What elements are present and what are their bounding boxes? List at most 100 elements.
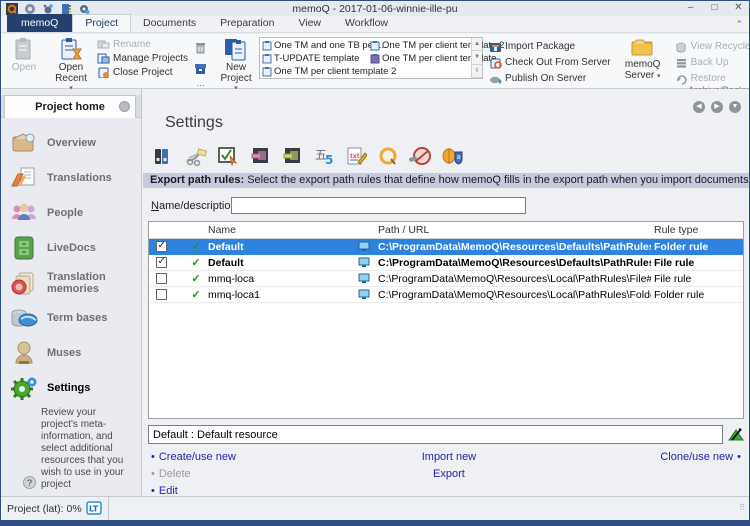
name-description-input[interactable] — [231, 197, 526, 214]
sidebar-item-translation-memories[interactable]: Translation memories — [1, 265, 141, 300]
row-checkbox[interactable] — [156, 289, 167, 300]
group-label-misc: ... — [194, 78, 207, 89]
minimize-button[interactable]: – — [682, 2, 699, 14]
group-archive-backup: View Recycle Bin Back Up Restore Archive… — [673, 34, 750, 88]
translation-memories-icon — [9, 269, 39, 297]
rename-button[interactable]: Rename — [97, 38, 188, 51]
close-tab-icon[interactable] — [119, 101, 130, 112]
sidebar-item-muses[interactable]: Muses — [1, 335, 141, 370]
export-path-rules-table: Name Path / URL Rule type ✓ Default C:\P… — [148, 221, 744, 419]
back-up-button[interactable]: Back Up — [675, 56, 750, 69]
muses-bust-icon — [9, 339, 39, 367]
language-terminal-icon[interactable]: LT — [86, 500, 102, 518]
options-gear-icon[interactable] — [41, 3, 54, 15]
gallery-scrollbar: ▲ ▼ ⇳ — [471, 38, 482, 78]
nav-dropdown-icon[interactable]: ▼ — [729, 101, 741, 113]
gallery-more-icon[interactable]: ⇳ — [472, 65, 482, 78]
create-use-new-link[interactable]: •Create/use new — [151, 451, 352, 463]
nav-forward-icon[interactable]: ▶ — [711, 101, 723, 113]
column-header-path[interactable]: Path / URL — [375, 222, 651, 238]
nav-back-icon[interactable]: ◀ — [693, 101, 705, 113]
publish-on-server-button[interactable]: Publish On Server — [489, 72, 611, 85]
close-project-button[interactable]: Close Project — [97, 66, 188, 79]
sidebar-description: ? Review your project's meta-information… — [41, 407, 135, 491]
group-memoq-server: memoQServer ▾ — [615, 34, 671, 88]
restore-button[interactable]: Restore — [675, 72, 750, 85]
lqa-models-icon[interactable] — [375, 145, 400, 167]
qa-settings-icon[interactable] — [215, 145, 240, 167]
export-path-rules-icon[interactable]: txt — [343, 145, 368, 167]
sidebar-item-people[interactable]: People — [1, 195, 141, 230]
delete-link[interactable]: •Delete — [151, 468, 352, 480]
maximize-button[interactable]: □ — [706, 2, 723, 14]
collapse-ribbon-icon[interactable]: ⌃ — [735, 19, 743, 30]
table-row[interactable]: ✓ mmq-loca1 C:\ProgramData\MemoQ\Resourc… — [149, 287, 743, 303]
manage-projects-button[interactable]: Manage Projects — [97, 52, 188, 65]
template-item[interactable]: One TM per client template 2 — [262, 65, 370, 78]
selected-resource-field[interactable] — [148, 425, 723, 444]
quick-access-toolbar — [5, 3, 90, 15]
overview-box-icon — [9, 129, 39, 157]
font-substitution-icon[interactable]: a — [439, 145, 464, 167]
general-settings-icon[interactable] — [151, 145, 176, 167]
clone-use-new-link[interactable]: Clone/use new• — [660, 451, 741, 463]
project-template-gallery: One TM and one TB per ... T-UPDATE templ… — [259, 37, 483, 79]
template-item[interactable]: One TM per client template — [370, 52, 478, 65]
sidebar-item-term-bases[interactable]: Term bases — [1, 300, 141, 335]
tab-preparation[interactable]: Preparation — [208, 15, 286, 32]
open-button[interactable]: Open — [3, 35, 45, 73]
template-item[interactable]: One TM and one TB per ... — [262, 39, 370, 52]
sidebar-item-livedocs[interactable]: LiveDocs — [1, 230, 141, 265]
translations-folder-icon — [9, 164, 39, 192]
import-new-link[interactable]: Import new — [422, 451, 476, 463]
sidebar-item-translations[interactable]: Translations — [1, 160, 141, 195]
tab-workflow[interactable]: Workflow — [333, 15, 400, 32]
column-header-name[interactable]: Name — [205, 222, 353, 238]
edit-resource-icon[interactable] — [728, 426, 744, 444]
local-resource-icon — [353, 255, 375, 270]
archive-box-icon[interactable] — [194, 60, 207, 78]
table-row[interactable]: ✓ mmq-loca C:\ProgramData\MemoQ\Resource… — [149, 271, 743, 287]
livedocs-settings-icon[interactable] — [279, 145, 304, 167]
valid-check-icon: ✓ — [187, 255, 205, 270]
segmentation-rules-icon[interactable] — [183, 145, 208, 167]
people-icon — [9, 199, 39, 227]
trash-icon[interactable] — [194, 39, 207, 57]
tab-project[interactable]: Project — [72, 14, 131, 32]
gallery-scroll-down-icon[interactable]: ▼ — [472, 51, 482, 64]
template-item[interactable]: One TM per client template 2 — [370, 39, 478, 52]
template-item[interactable]: T-UPDATE template — [262, 52, 370, 65]
export-link[interactable]: Export — [433, 468, 465, 480]
close-button[interactable]: ✕ — [730, 2, 747, 14]
column-header-rule-type[interactable]: Rule type — [651, 222, 743, 238]
open-recent-button[interactable]: Open Recent ▾ — [45, 35, 97, 92]
valid-check-icon: ✓ — [187, 271, 205, 286]
project-home-tab[interactable]: Project home — [4, 95, 136, 118]
gallery-scroll-up-icon[interactable]: ▲ — [472, 38, 482, 51]
tab-documents[interactable]: Documents — [131, 15, 208, 32]
resize-grip[interactable]: ⠿ — [739, 503, 746, 512]
server-admin-gear-icon[interactable] — [77, 3, 90, 15]
row-checkbox[interactable] — [156, 273, 167, 284]
memoq-logo-icon[interactable] — [5, 3, 18, 15]
view-recycle-bin-button[interactable]: View Recycle Bin — [675, 40, 750, 53]
table-row[interactable]: ✓ Default C:\ProgramData\MemoQ\Resources… — [149, 239, 743, 255]
tab-view[interactable]: View — [286, 15, 333, 32]
ignore-lists-icon[interactable] — [407, 145, 432, 167]
tab-memoq[interactable]: memoQ — [7, 14, 72, 32]
window-bottom-edge — [1, 520, 749, 525]
auto-translation-rules-icon[interactable]: 五5 — [311, 145, 336, 167]
check-out-from-server-button[interactable]: Check Out From Server — [489, 56, 611, 69]
row-checkbox[interactable] — [156, 241, 167, 252]
row-checkbox[interactable] — [156, 257, 167, 268]
resource-console-icon[interactable] — [59, 3, 72, 15]
project-progress-text: Project (lat): 0% — [7, 503, 82, 515]
table-row[interactable]: ✓ Default C:\ProgramData\MemoQ\Resources… — [149, 255, 743, 271]
tm-settings-icon[interactable] — [247, 145, 272, 167]
memoq-server-button[interactable]: memoQServer ▾ — [617, 35, 669, 82]
sidebar-item-overview[interactable]: Overview — [1, 125, 141, 160]
help-globe-icon[interactable] — [23, 3, 36, 15]
sidebar-item-settings[interactable]: Settings — [1, 370, 141, 405]
new-project-button[interactable]: New Project ▾ — [213, 35, 259, 92]
import-package-button[interactable]: Import Package — [489, 40, 611, 53]
